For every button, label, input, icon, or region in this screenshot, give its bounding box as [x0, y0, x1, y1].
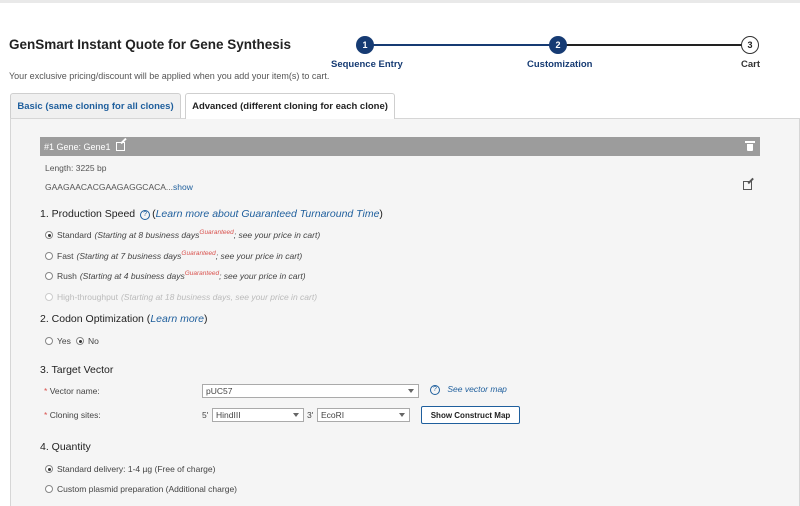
stepper-line-done [365, 44, 558, 46]
quantity-title: 4. Quantity [40, 441, 91, 453]
help-icon[interactable]: ? [430, 385, 440, 395]
edit-gene-name-icon[interactable] [115, 142, 125, 151]
quantity-option-label: Custom plasmid preparation (Additional c… [57, 484, 238, 494]
speed-option-note: (Starting at 4 business daysGuaranteed; … [79, 270, 306, 281]
chevron-down-icon [408, 389, 414, 393]
speed-option-high-throughput: High-throughput (Starting at 18 business… [45, 292, 317, 302]
vector-map-help: ? See vector map [428, 384, 507, 395]
cloning-sites-label: * Cloning sites: [44, 410, 101, 420]
vector-name-select[interactable]: pUC57 [202, 384, 419, 398]
gene-length: Length: 3225 bp [45, 163, 107, 173]
step-1-label[interactable]: Sequence Entry [331, 59, 403, 70]
speed-option-note: (Starting at 8 business daysGuaranteed; … [94, 229, 321, 240]
chevron-down-icon [399, 413, 405, 417]
codon-no-label: No [88, 336, 99, 346]
step-3-circle: 3 [741, 36, 759, 54]
five-prime-label: 5' [202, 410, 209, 420]
gene-sequence-preview: GAAGAACACGAAGAGGCACA...show [45, 182, 193, 192]
step-2-circle: 2 [549, 36, 567, 54]
radio-rush[interactable] [45, 272, 53, 280]
tab-basic[interactable]: Basic (same cloning for all clones) [10, 93, 181, 118]
chevron-down-icon [293, 413, 299, 417]
gene-sequence: GAAGAACACGAAGAGGCACA... [45, 182, 174, 192]
edit-sequence-icon[interactable] [743, 181, 752, 190]
speed-option-rush[interactable]: Rush (Starting at 4 business daysGuarant… [45, 270, 306, 281]
quantity-option-custom[interactable]: Custom plasmid preparation (Additional c… [45, 484, 237, 494]
codon-yes-label: Yes [57, 336, 71, 346]
radio-custom-prep[interactable] [45, 485, 53, 493]
radio-high-throughput [45, 293, 53, 301]
customization-panel [10, 118, 800, 506]
codon-option-no[interactable]: No [76, 336, 99, 346]
speed-option-standard[interactable]: Standard (Starting at 8 business daysGua… [45, 229, 321, 240]
show-construct-map-button[interactable]: Show Construct Map [421, 406, 520, 424]
tab-advanced[interactable]: Advanced (different cloning for each clo… [185, 93, 395, 119]
radio-standard[interactable] [45, 231, 53, 239]
codon-learn-more-link[interactable]: Learn more [150, 313, 204, 325]
codon-heading: 2. Codon Optimization [40, 313, 144, 325]
stepper-line-todo [558, 44, 750, 46]
page-subtitle: Your exclusive pricing/discount will be … [9, 71, 330, 81]
production-speed-heading: 1. Production Speed [40, 208, 136, 220]
show-sequence-link[interactable]: show [173, 182, 193, 192]
see-vector-map-link[interactable]: See vector map [447, 384, 507, 394]
turnaround-help-link[interactable]: Learn more about Guaranteed Turnaround T… [156, 208, 380, 220]
production-speed-title: 1. Production Speed ? (Learn more about G… [40, 208, 383, 220]
radio-standard-delivery[interactable] [45, 465, 53, 473]
speed-option-label: Fast [57, 251, 74, 261]
step-3-label: Cart [741, 59, 761, 70]
speed-option-label: Rush [57, 271, 77, 281]
quantity-option-standard[interactable]: Standard delivery: 1-4 µg (Free of charg… [45, 464, 215, 474]
step-1-circle[interactable]: 1 [356, 36, 374, 54]
three-prime-label: 3' [307, 410, 314, 420]
speed-option-note: (Starting at 18 business days, see your … [120, 292, 318, 302]
codon-optimization-title: 2. Codon Optimization (Learn more) [40, 313, 208, 325]
three-prime-site-value: EcoRI [321, 410, 345, 420]
speed-option-fast[interactable]: Fast (Starting at 7 business daysGuarant… [45, 250, 303, 261]
help-icon[interactable]: ? [140, 210, 151, 220]
step-2-label: Customization [527, 59, 593, 70]
target-vector-title: 3. Target Vector [40, 364, 114, 376]
five-prime-site-select[interactable]: HindIII [212, 408, 304, 422]
speed-option-note: (Starting at 7 business daysGuaranteed; … [76, 250, 303, 261]
vector-name-label: * Vector name: [44, 386, 100, 396]
codon-option-yes[interactable]: Yes [45, 336, 71, 346]
five-prime-site-value: HindIII [216, 410, 241, 420]
radio-fast[interactable] [45, 252, 53, 260]
trash-icon[interactable] [745, 141, 755, 151]
vector-name-value: pUC57 [206, 386, 233, 396]
gene-title: #1 Gene: Gene1 [44, 141, 111, 152]
top-strip [0, 0, 800, 3]
radio-codon-yes[interactable] [45, 337, 53, 345]
speed-option-label: High-throughput [57, 292, 118, 302]
page-title: GenSmart Instant Quote for Gene Synthesi… [9, 37, 292, 52]
gene-header-bar: #1 Gene: Gene1 [40, 137, 760, 156]
quantity-option-label: Standard delivery: 1-4 µg (Free of charg… [57, 464, 216, 474]
speed-option-label: Standard [57, 230, 92, 240]
three-prime-site-select[interactable]: EcoRI [317, 408, 410, 422]
radio-codon-no[interactable] [76, 337, 84, 345]
